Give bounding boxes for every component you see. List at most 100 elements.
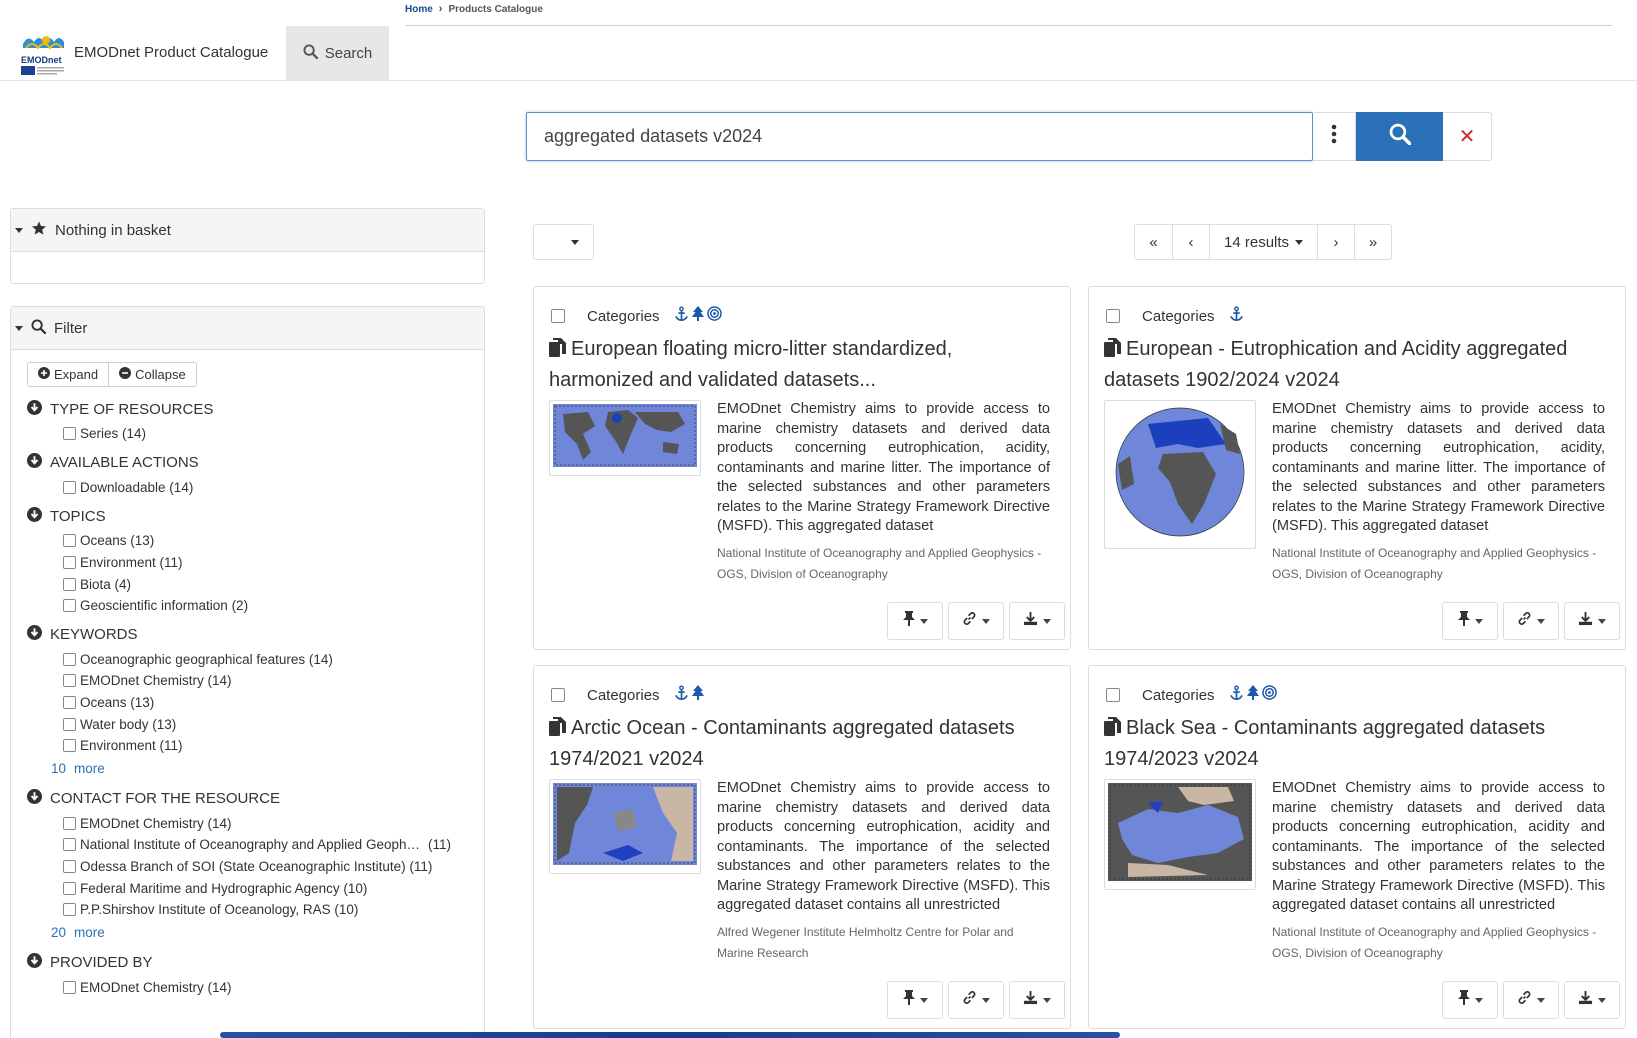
- app-title[interactable]: EMODnet Product Catalogue: [74, 44, 268, 61]
- checkbox[interactable]: [63, 816, 76, 830]
- checkbox[interactable]: [63, 860, 76, 874]
- link-dropdown-button[interactable]: [948, 602, 1004, 640]
- clear-search-button[interactable]: ✕: [1443, 112, 1492, 161]
- pin-dropdown-button[interactable]: [1442, 602, 1498, 640]
- checkbox[interactable]: [63, 838, 76, 852]
- card-thumbnail[interactable]: [549, 779, 701, 874]
- checkbox[interactable]: [63, 480, 76, 494]
- checkbox[interactable]: [63, 881, 76, 895]
- caret-down-icon: [15, 325, 23, 331]
- checkbox[interactable]: [63, 903, 76, 917]
- facet-option[interactable]: Environment (11): [63, 735, 484, 757]
- facet-option[interactable]: Odessa Branch of SOI (State Oceanographi…: [63, 856, 484, 878]
- filter-header[interactable]: Filter: [11, 307, 484, 350]
- checkbox[interactable]: [63, 556, 76, 570]
- card-title[interactable]: European - Eutrophication and Acidity ag…: [1104, 335, 1604, 395]
- expand-button[interactable]: Expand: [28, 363, 108, 386]
- search-input[interactable]: aggregated datasets v2024: [526, 112, 1313, 161]
- facet-option[interactable]: Federal Maritime and Hydrographic Agency…: [63, 877, 484, 899]
- categories-label: Categories: [1142, 307, 1215, 325]
- breadcrumb-home-link[interactable]: Home: [405, 4, 433, 15]
- facet-option[interactable]: Oceanographic geographical features (14): [63, 649, 484, 671]
- facet-title-label: TOPICS: [50, 507, 106, 525]
- contact-more-link[interactable]: 20 more: [27, 921, 484, 945]
- select-checkbox[interactable]: [551, 688, 565, 702]
- basket-label: Nothing in basket: [55, 221, 171, 239]
- facet-option[interactable]: EMODnet Chemistry (14): [63, 813, 484, 835]
- select-checkbox[interactable]: [1106, 309, 1120, 323]
- checkbox[interactable]: [63, 534, 76, 548]
- caret-down-icon: [15, 227, 23, 233]
- nav-search-tab[interactable]: Search: [286, 26, 389, 80]
- svg-text:EMODnet: EMODnet: [21, 55, 62, 65]
- checkbox[interactable]: [63, 739, 76, 753]
- download-dropdown-button[interactable]: [1564, 981, 1620, 1019]
- link-dropdown-button[interactable]: [948, 981, 1004, 1019]
- pin-dropdown-button[interactable]: [1442, 981, 1498, 1019]
- facet-title[interactable]: TOPICS: [27, 502, 484, 530]
- facet-option[interactable]: Water body (13): [63, 713, 484, 735]
- select-checkbox[interactable]: [1106, 688, 1120, 702]
- checkbox[interactable]: [63, 577, 76, 591]
- link-dropdown-button[interactable]: [1503, 602, 1559, 640]
- facet-title[interactable]: TYPE OF RESOURCES: [27, 395, 484, 423]
- thumbtack-icon: [902, 611, 915, 631]
- card-thumbnail[interactable]: [1104, 779, 1256, 890]
- pin-dropdown-button[interactable]: [887, 602, 943, 640]
- thumbtack-icon: [902, 990, 915, 1010]
- search-options-button[interactable]: [1313, 112, 1356, 161]
- search-submit-button[interactable]: [1356, 112, 1443, 161]
- facet-title[interactable]: KEYWORDS: [27, 621, 484, 649]
- facet-option[interactable]: EMODnet Chemistry (14): [63, 670, 484, 692]
- keywords-more-link[interactable]: 10 more: [27, 757, 484, 781]
- facet-title[interactable]: PROVIDED BY: [27, 949, 484, 977]
- card-thumbnail[interactable]: [549, 400, 701, 476]
- facet-option[interactable]: Oceans (13): [63, 530, 484, 552]
- card-thumbnail[interactable]: [1104, 400, 1256, 549]
- download-dropdown-button[interactable]: [1009, 602, 1065, 640]
- facet-option[interactable]: Environment (11): [63, 552, 484, 574]
- facet-title[interactable]: AVAILABLE ACTIONS: [27, 449, 484, 477]
- facet-option[interactable]: Oceans (13): [63, 692, 484, 714]
- previous-page-button[interactable]: ‹: [1172, 225, 1209, 259]
- checkbox[interactable]: [63, 980, 76, 994]
- checkbox[interactable]: [63, 427, 76, 441]
- facet-option[interactable]: National Institute of Oceanography and A…: [63, 834, 484, 856]
- facet-title[interactable]: CONTACT FOR THE RESOURCE: [27, 785, 484, 813]
- next-page-button[interactable]: ›: [1317, 225, 1354, 259]
- copy-icon: [1104, 337, 1121, 366]
- facet-option[interactable]: Series (14): [63, 423, 484, 445]
- link-dropdown-button[interactable]: [1503, 981, 1559, 1019]
- download-dropdown-button[interactable]: [1564, 602, 1620, 640]
- select-checkbox[interactable]: [551, 309, 565, 323]
- last-page-button[interactable]: »: [1354, 225, 1391, 259]
- pin-dropdown-button[interactable]: [887, 981, 943, 1019]
- checkbox[interactable]: [63, 652, 76, 666]
- sort-dropdown[interactable]: [533, 224, 594, 260]
- facet-option[interactable]: Geoscientific information (2): [63, 595, 484, 617]
- card-title[interactable]: European floating micro-litter standardi…: [549, 335, 1049, 395]
- collapse-button[interactable]: Collapse: [108, 363, 196, 386]
- card-organisation: National Institute of Oceanography and A…: [1272, 925, 1597, 960]
- facet-option[interactable]: EMODnet Chemistry (14): [63, 977, 484, 999]
- facet-option[interactable]: P.P.Shirshov Institute of Oceanology, RA…: [63, 899, 484, 921]
- emodnet-logo[interactable]: EMODnet: [20, 32, 66, 76]
- checkbox[interactable]: [63, 674, 76, 688]
- card-title[interactable]: Arctic Ocean - Contaminants aggregated d…: [549, 714, 1049, 774]
- categories-label: Categories: [587, 686, 660, 704]
- first-page-button[interactable]: «: [1135, 225, 1172, 259]
- card-actions: [887, 602, 1065, 640]
- facet-provided-by: PROVIDED BY EMODnet Chemistry (14): [27, 949, 484, 999]
- facet-option[interactable]: Biota (4): [63, 573, 484, 595]
- checkbox[interactable]: [63, 696, 76, 710]
- card-description: EMODnet Chemistry aims to provide access…: [717, 401, 1050, 534]
- checkbox[interactable]: [63, 599, 76, 613]
- basket-header[interactable]: Nothing in basket: [11, 209, 484, 252]
- bottom-banner: [220, 1032, 1120, 1038]
- copy-icon: [549, 716, 566, 745]
- card-title[interactable]: Black Sea - Contaminants aggregated data…: [1104, 714, 1604, 774]
- facet-option[interactable]: Downloadable (14): [63, 477, 484, 499]
- checkbox[interactable]: [63, 717, 76, 731]
- results-per-page-dropdown[interactable]: 14 results: [1209, 225, 1317, 259]
- download-dropdown-button[interactable]: [1009, 981, 1065, 1019]
